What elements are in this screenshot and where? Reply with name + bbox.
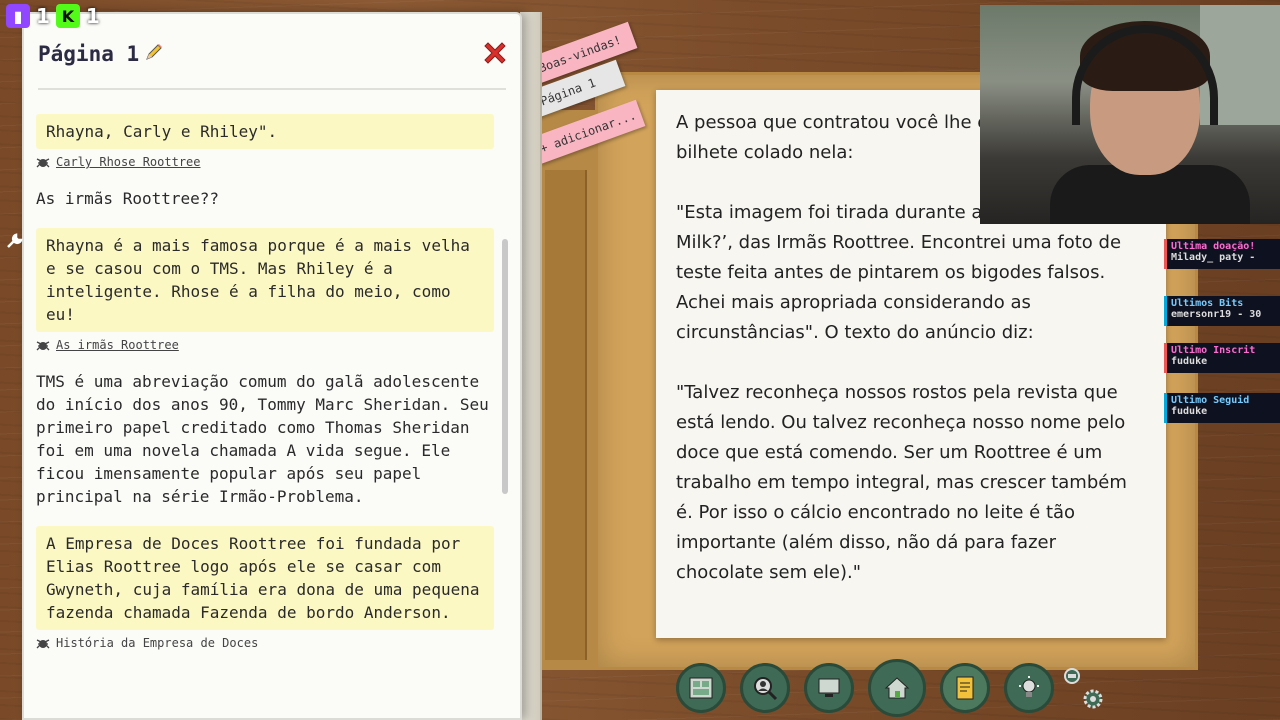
widget-value: Milady_ paty - [1171,252,1256,263]
lightbulb-icon [1019,676,1039,697]
widget-value: fuduke [1171,406,1208,417]
journal-source[interactable]: As irmãs Roottree [36,338,494,352]
widget-label: Ultimo Inscrit [1171,345,1256,356]
pencil-icon[interactable] [144,42,164,62]
last-follow-widget: Ultimo Seguid fuduke [1164,393,1280,423]
journal-panel: Página 1 Rhayna, Carly e Rhiley". Carly … [22,12,522,720]
twitch-count: 1 [36,4,50,28]
bug-icon [36,639,50,649]
last-sub-widget: Ultimo Inscrit fuduke [1164,343,1280,373]
widget-label: Ultimos Bits [1171,298,1244,309]
journal-note[interactable]: Rhayna, Carly e Rhiley". [36,114,494,149]
journal-note[interactable]: A Empresa de Doces Roottree foi fundada … [36,526,494,630]
last-bits-widget: Ultimos Bits emersonr19 - 30 [1164,296,1280,326]
stream-counters: ▮ 1 K 1 [6,4,100,28]
document-paragraph: "Talvez reconheça nossos rostos pela rev… [676,382,1127,583]
widget-value: fuduke [1171,356,1208,367]
kick-count: 1 [85,4,100,28]
journal-spine [520,12,542,720]
journal-note[interactable]: Rhayna é a mais famosa porque é a mais v… [36,228,494,332]
home-button[interactable] [868,659,926,717]
search-person-icon [754,677,778,701]
computer-icon [818,678,840,697]
widget-label: Ultima doação! [1171,241,1256,252]
journal-text: TMS é uma abreviação comum do galã adole… [36,372,489,506]
journal-source[interactable]: História da Empresa de Doces [36,636,494,650]
bottom-toolbar [676,659,1054,717]
close-icon[interactable] [480,38,510,68]
bug-icon [36,158,50,168]
photo-board-button[interactable] [676,663,726,713]
journal-entries: Rhayna, Carly e Rhiley". Carly Rhose Roo… [36,114,494,650]
last-donation-widget: Ultima doação! Milady_ paty - [1164,239,1280,269]
source-link[interactable]: Carly Rhose Roottree [56,155,201,169]
page-title: Página 1 [38,42,140,66]
notebook-button[interactable] [940,663,990,713]
journal-source[interactable]: Carly Rhose Roottree [36,155,494,169]
journal-text: As irmãs Roottree?? [36,189,220,208]
kick-icon: K [55,4,80,28]
twitch-icon: ▮ [6,4,30,28]
magnifier-icon[interactable] [1064,668,1080,684]
settings-icon[interactable] [1083,689,1103,709]
notebook-icon [956,676,974,700]
computer-button[interactable] [804,663,854,713]
photo-board-icon [689,677,713,699]
search-person-button[interactable] [740,663,790,713]
source-link[interactable]: As irmãs Roottree [56,338,179,352]
webcam-feed [980,5,1280,224]
header-divider [38,88,506,90]
wrench-icon[interactable] [6,232,24,250]
small-tools [1064,668,1103,709]
home-icon [884,677,910,699]
journal-scrollbar[interactable] [502,239,508,494]
hint-button[interactable] [1004,663,1054,713]
board-edge [545,170,587,660]
source-label[interactable]: História da Empresa de Doces [56,636,258,650]
bug-icon [36,341,50,351]
widget-label: Ultimo Seguid [1171,395,1250,406]
widget-value: emersonr19 - 30 [1171,309,1262,320]
